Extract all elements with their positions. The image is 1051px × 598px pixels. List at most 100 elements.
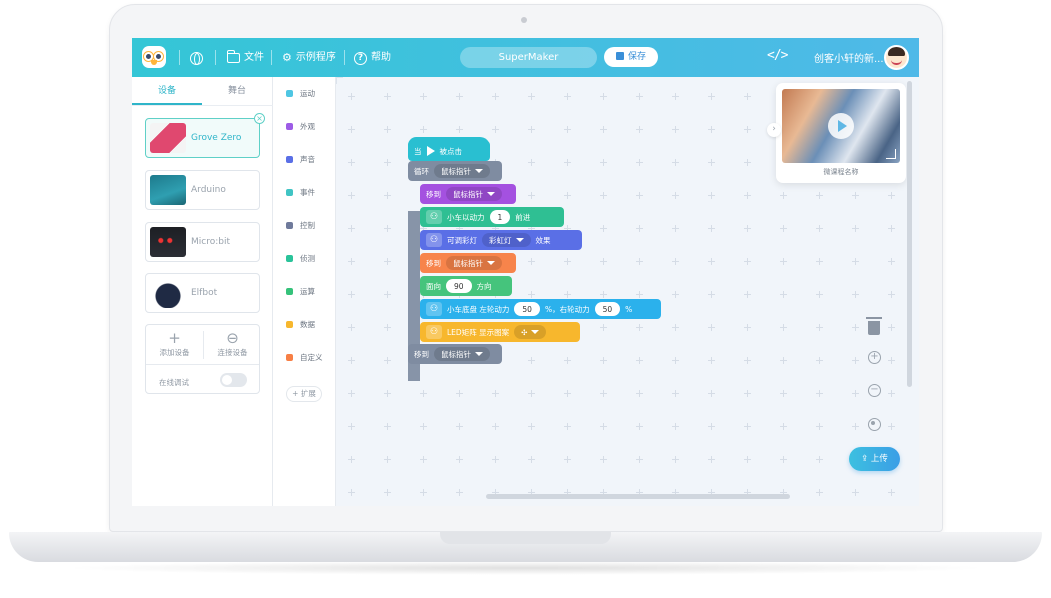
examples-menu[interactable]: ⚙ 示例程序: [282, 49, 336, 67]
device-card-microbit[interactable]: Micro:bit: [145, 222, 260, 262]
help-menu[interactable]: ? 帮助: [354, 49, 391, 67]
chassis-power-block[interactable]: ⚇ 小车底盘 左轮动力 50 %，右轮动力 50 %: [420, 299, 661, 319]
category-looks[interactable]: 外观: [286, 119, 315, 133]
dropdown-pointer[interactable]: 鼠标指针: [434, 164, 490, 178]
category-operators[interactable]: 运算: [286, 284, 315, 298]
right-power-input[interactable]: 50: [594, 302, 621, 316]
face-direction-block[interactable]: 面向 90 方向: [420, 276, 512, 296]
category-custom[interactable]: 自定义: [286, 350, 323, 364]
grid-plus-mark: [708, 93, 715, 100]
category-events[interactable]: 事件: [286, 185, 315, 199]
device-card-arduino[interactable]: Arduino: [145, 170, 260, 210]
project-name-input[interactable]: SuperMaker: [460, 47, 597, 68]
rgb-light-block[interactable]: ⚇ 可调彩灯 彩虹灯 效果: [420, 230, 582, 250]
device-name: Arduino: [191, 185, 226, 195]
horizontal-scrollbar[interactable]: [486, 494, 790, 499]
grid-plus-mark: [420, 456, 427, 463]
grid-plus-mark: [600, 126, 607, 133]
grid-plus-mark: [384, 258, 391, 265]
upload-label: 上传: [870, 454, 888, 464]
grid-plus-mark: [564, 357, 571, 364]
grid-plus-mark: [384, 489, 391, 496]
language-button[interactable]: [190, 49, 203, 67]
dropdown-pattern[interactable]: ✣: [514, 325, 547, 339]
chevron-right-icon[interactable]: ›: [767, 123, 781, 137]
upload-button[interactable]: ⇪ 上传: [849, 447, 900, 471]
category-data[interactable]: 数据: [286, 317, 315, 331]
category-dot: [286, 353, 293, 361]
grid-plus-mark: [636, 93, 643, 100]
tab-stage[interactable]: 舞台: [202, 77, 272, 105]
zoom-in-button[interactable]: +: [868, 351, 886, 369]
category-dot: [286, 320, 293, 328]
grid-plus-mark: [744, 324, 751, 331]
grid-plus-mark: [348, 456, 355, 463]
move-to-block[interactable]: 移到 鼠标指针: [408, 344, 502, 364]
led-matrix-block[interactable]: ⚇ LED矩阵 显示图案 ✣: [420, 322, 580, 342]
grid-plus-mark: [852, 192, 859, 199]
recenter-button[interactable]: [868, 418, 886, 436]
grid-plus-mark: [852, 423, 859, 430]
zoom-out-button[interactable]: −: [868, 384, 886, 402]
grid-plus-mark: [636, 357, 643, 364]
power-input[interactable]: 1: [489, 210, 511, 224]
add-device-button[interactable]: + 添加设备: [146, 329, 203, 363]
grid-plus-mark: [348, 225, 355, 232]
device-name: Micro:bit: [191, 237, 230, 247]
category-label: 自定义: [300, 352, 323, 362]
dropdown-pointer[interactable]: 鼠标指针: [446, 256, 502, 270]
block-text: 面向: [426, 281, 441, 291]
category-sensing[interactable]: 侦测: [286, 251, 315, 265]
user-menu[interactable]: 创客小轩的新... ▾: [814, 50, 892, 65]
category-panel: 运动 外观 声音 事件 控制 侦测 运算 数据 自定义 + 扩展: [273, 77, 336, 506]
category-motion[interactable]: 运动: [286, 86, 315, 100]
forever-block[interactable]: 循环 鼠标指针: [408, 161, 502, 181]
grid-plus-mark: [852, 357, 859, 364]
grid-plus-mark: [708, 423, 715, 430]
remove-device-icon[interactable]: ×: [254, 113, 265, 124]
code-view-toggle[interactable]: </>: [767, 48, 789, 63]
grid-plus-mark: [528, 126, 535, 133]
direction-input[interactable]: 90: [446, 279, 472, 293]
category-dot: [286, 89, 293, 97]
connect-device-button[interactable]: ⊖ 连接设备: [204, 329, 261, 363]
add-extension-button[interactable]: + 扩展: [286, 386, 322, 402]
micro-course-card[interactable]: 微课程名称 ›: [767, 83, 906, 183]
online-debug-toggle[interactable]: [220, 373, 247, 387]
dropdown-effect[interactable]: 彩虹灯: [482, 233, 531, 247]
save-button[interactable]: 保存: [604, 47, 658, 67]
owl-logo-icon: [142, 46, 166, 68]
dropdown-pointer[interactable]: 鼠标指针: [434, 347, 490, 361]
play-icon[interactable]: [828, 113, 854, 139]
code-workspace[interactable]: 当 被点击 循环 鼠标指针 移到 鼠标指针 ⚇ 小车以动力 1 前进 ⚇ 可调彩…: [336, 77, 919, 506]
move-to-block[interactable]: 移到 鼠标指针: [420, 253, 516, 273]
trash-icon[interactable]: [865, 314, 883, 335]
grid-plus-mark: [492, 390, 499, 397]
grid-plus-mark: [528, 390, 535, 397]
when-flag-clicked-block[interactable]: 当 被点击: [408, 141, 490, 161]
tab-devices[interactable]: 设备: [132, 77, 202, 105]
grid-plus-mark: [564, 93, 571, 100]
device-card-grove-zero[interactable]: Grove Zero ×: [145, 113, 265, 158]
avatar[interactable]: [884, 45, 909, 70]
device-card-elfbot[interactable]: Elfbot: [145, 273, 260, 313]
divider: [146, 364, 259, 365]
dropdown-value: 鼠标指针: [453, 189, 483, 199]
car-power-forward-block[interactable]: ⚇ 小车以动力 1 前进: [420, 207, 564, 227]
grid-plus-mark: [600, 258, 607, 265]
category-control[interactable]: 控制: [286, 218, 315, 232]
target-icon: [868, 418, 881, 431]
vertical-scrollbar[interactable]: [907, 81, 912, 387]
file-menu[interactable]: 文件: [227, 49, 264, 67]
move-to-block[interactable]: 移到 鼠标指针: [420, 184, 516, 204]
dropdown-pointer[interactable]: 鼠标指针: [446, 187, 502, 201]
category-dot: [286, 155, 293, 163]
expand-icon[interactable]: [886, 149, 896, 159]
help-icon: ?: [354, 51, 367, 65]
zoom-in-icon: +: [868, 351, 881, 364]
category-sound[interactable]: 声音: [286, 152, 315, 166]
grid-plus-mark: [564, 126, 571, 133]
grid-plus-mark: [816, 357, 823, 364]
grid-plus-mark: [384, 126, 391, 133]
left-power-input[interactable]: 50: [514, 302, 540, 316]
